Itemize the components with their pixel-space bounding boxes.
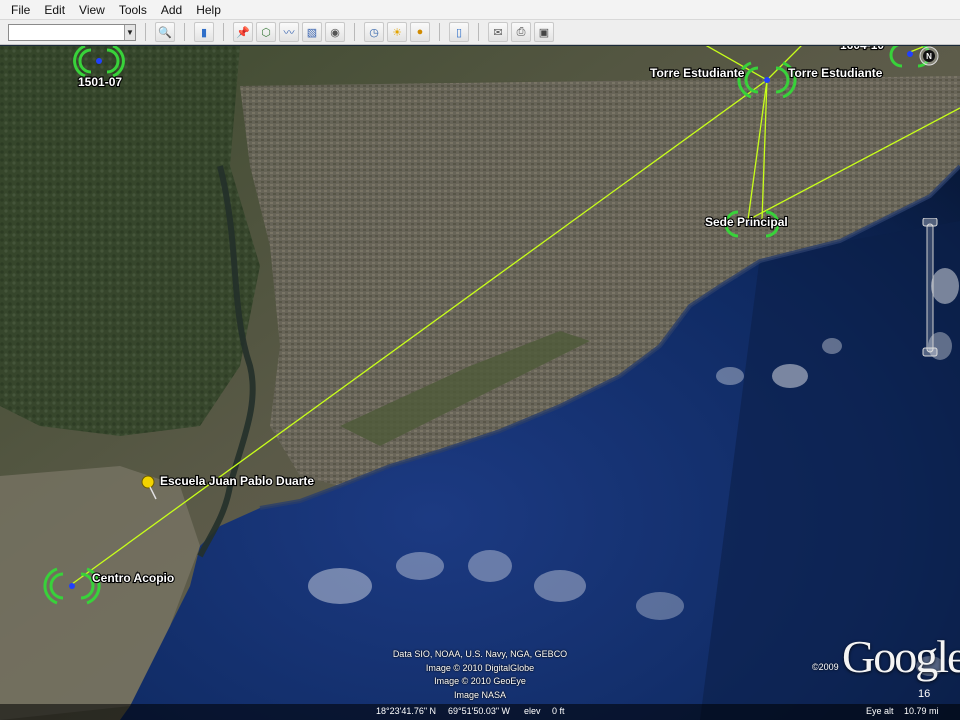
email-icon: ✉ [493, 26, 503, 39]
attribution-line: Data SIO, NOAA, U.S. Navy, NGA, GEBCO [392, 649, 568, 659]
google-logo: Google [842, 631, 960, 682]
map-view[interactable]: 1501-07 Torre Estudiante Torre Estudiant… [0, 46, 960, 720]
longitude-readout: 69°51'50.03" W [448, 706, 511, 716]
placemark-label-sede: Sede Principal [705, 215, 788, 229]
image-overlay-button[interactable]: ▧ [302, 22, 322, 42]
menu-bar: File Edit View Tools Add Help [0, 0, 960, 20]
placemark-label-acopio: Centro Acopio [92, 571, 174, 585]
elevation-label: elev [524, 706, 541, 716]
toolbar: ▼ 🔍 ▮ 📌 ⬡ 〰 ▧ ◉ ◷ ☀ ● ▯ ✉ ⎙ ▣ [0, 20, 960, 45]
brand-year: ©2009 [812, 662, 839, 672]
pushpin-icon [141, 475, 155, 489]
switch-to-sky-button[interactable]: ● [410, 22, 430, 42]
attribution-line: Image NASA [453, 689, 507, 700]
zoom-out-icon [922, 347, 938, 357]
print-button[interactable]: ⎙ [511, 22, 531, 42]
compass-control[interactable]: N [893, 46, 947, 78]
eye-alt-readout: 10.79 mi [904, 706, 939, 716]
map-canvas[interactable]: 1501-07 Torre Estudiante Torre Estudiant… [0, 46, 960, 720]
search-icon: 🔍 [158, 26, 172, 39]
email-button[interactable]: ✉ [488, 22, 508, 42]
sidebar-icon: ▮ [200, 26, 208, 39]
zoom-in-icon [922, 218, 938, 227]
save-image-icon: ▣ [538, 26, 550, 39]
compass-north-label: N [926, 52, 932, 61]
placemark-label-1604: 1604-10 [840, 46, 884, 52]
record-tour-icon: ◉ [330, 26, 340, 39]
slide-number: 16 [918, 688, 931, 700]
menu-view[interactable]: View [72, 0, 112, 20]
zoom-slider[interactable] [921, 218, 939, 358]
menu-add[interactable]: Add [154, 0, 189, 20]
sunlight-icon: ☀ [392, 26, 402, 39]
menu-tools[interactable]: Tools [112, 0, 154, 20]
toolbar-buttons: 🔍 ▮ 📌 ⬡ 〰 ▧ ◉ ◷ ☀ ● ▯ ✉ ⎙ ▣ [136, 22, 554, 42]
imagery-attribution: Data SIO, NOAA, U.S. Navy, NGA, GEBCO Im… [380, 648, 580, 702]
attribution-line: Image © 2010 GeoEye [434, 676, 526, 686]
sidebar-button[interactable]: ▮ [194, 22, 214, 42]
menu-file[interactable]: File [4, 0, 37, 20]
menu-help[interactable]: Help [189, 0, 228, 20]
toolbar-separator [184, 23, 185, 41]
attribution-line: Image © 2010 DigitalGlobe [425, 662, 535, 673]
add-polygon-button[interactable]: ⬡ [256, 22, 276, 42]
placemark-label-1501: 1501-07 [78, 75, 122, 89]
toolbar-separator [439, 23, 440, 41]
add-path-icon: 〰 [283, 27, 295, 39]
toolbar-separator [478, 23, 479, 41]
forest-area [0, 46, 260, 436]
record-tour-button[interactable]: ◉ [325, 22, 345, 42]
ruler-icon: ▯ [455, 26, 463, 39]
historical-imagery-button[interactable]: ◷ [364, 22, 384, 42]
antenna-icon [69, 583, 75, 589]
toolbar-separator [354, 23, 355, 41]
placemark-label-torre-left: Torre Estudiante [650, 66, 745, 80]
latitude-readout: 18°23'41.76" N [376, 706, 437, 716]
image-overlay-icon: ▧ [306, 26, 318, 39]
print-icon: ⎙ [516, 25, 526, 38]
elevation-readout: 0 ft [552, 706, 565, 716]
chevron-down-icon[interactable]: ▼ [124, 24, 135, 40]
menu-edit[interactable]: Edit [37, 0, 72, 20]
switch-to-sky-icon: ● [416, 26, 424, 38]
toolbar-separator [223, 23, 224, 41]
search-button[interactable]: 🔍 [155, 22, 175, 42]
status-bar: 18°23'41.76" N 69°51'50.03" W elev 0 ft … [0, 704, 960, 720]
toolbar-separator [145, 23, 146, 41]
antenna-icon [96, 58, 102, 64]
placemark-label-torre-right: Torre Estudiante [788, 66, 883, 80]
antenna-icon [764, 77, 770, 83]
add-polygon-icon: ⬡ [261, 26, 271, 39]
save-image-button[interactable]: ▣ [534, 22, 554, 42]
sunlight-button[interactable]: ☀ [387, 22, 407, 42]
add-placemark-button[interactable]: 📌 [233, 22, 253, 42]
historical-imagery-icon: ◷ [369, 26, 379, 39]
ruler-button[interactable]: ▯ [449, 22, 469, 42]
add-path-button[interactable]: 〰 [279, 22, 299, 42]
add-placemark-icon: 📌 [236, 26, 250, 39]
eye-alt-label: Eye alt [866, 706, 894, 716]
placemark-label-escuela: Escuela Juan Pablo Duarte [160, 474, 314, 488]
search-combo[interactable]: ▼ [8, 23, 136, 41]
